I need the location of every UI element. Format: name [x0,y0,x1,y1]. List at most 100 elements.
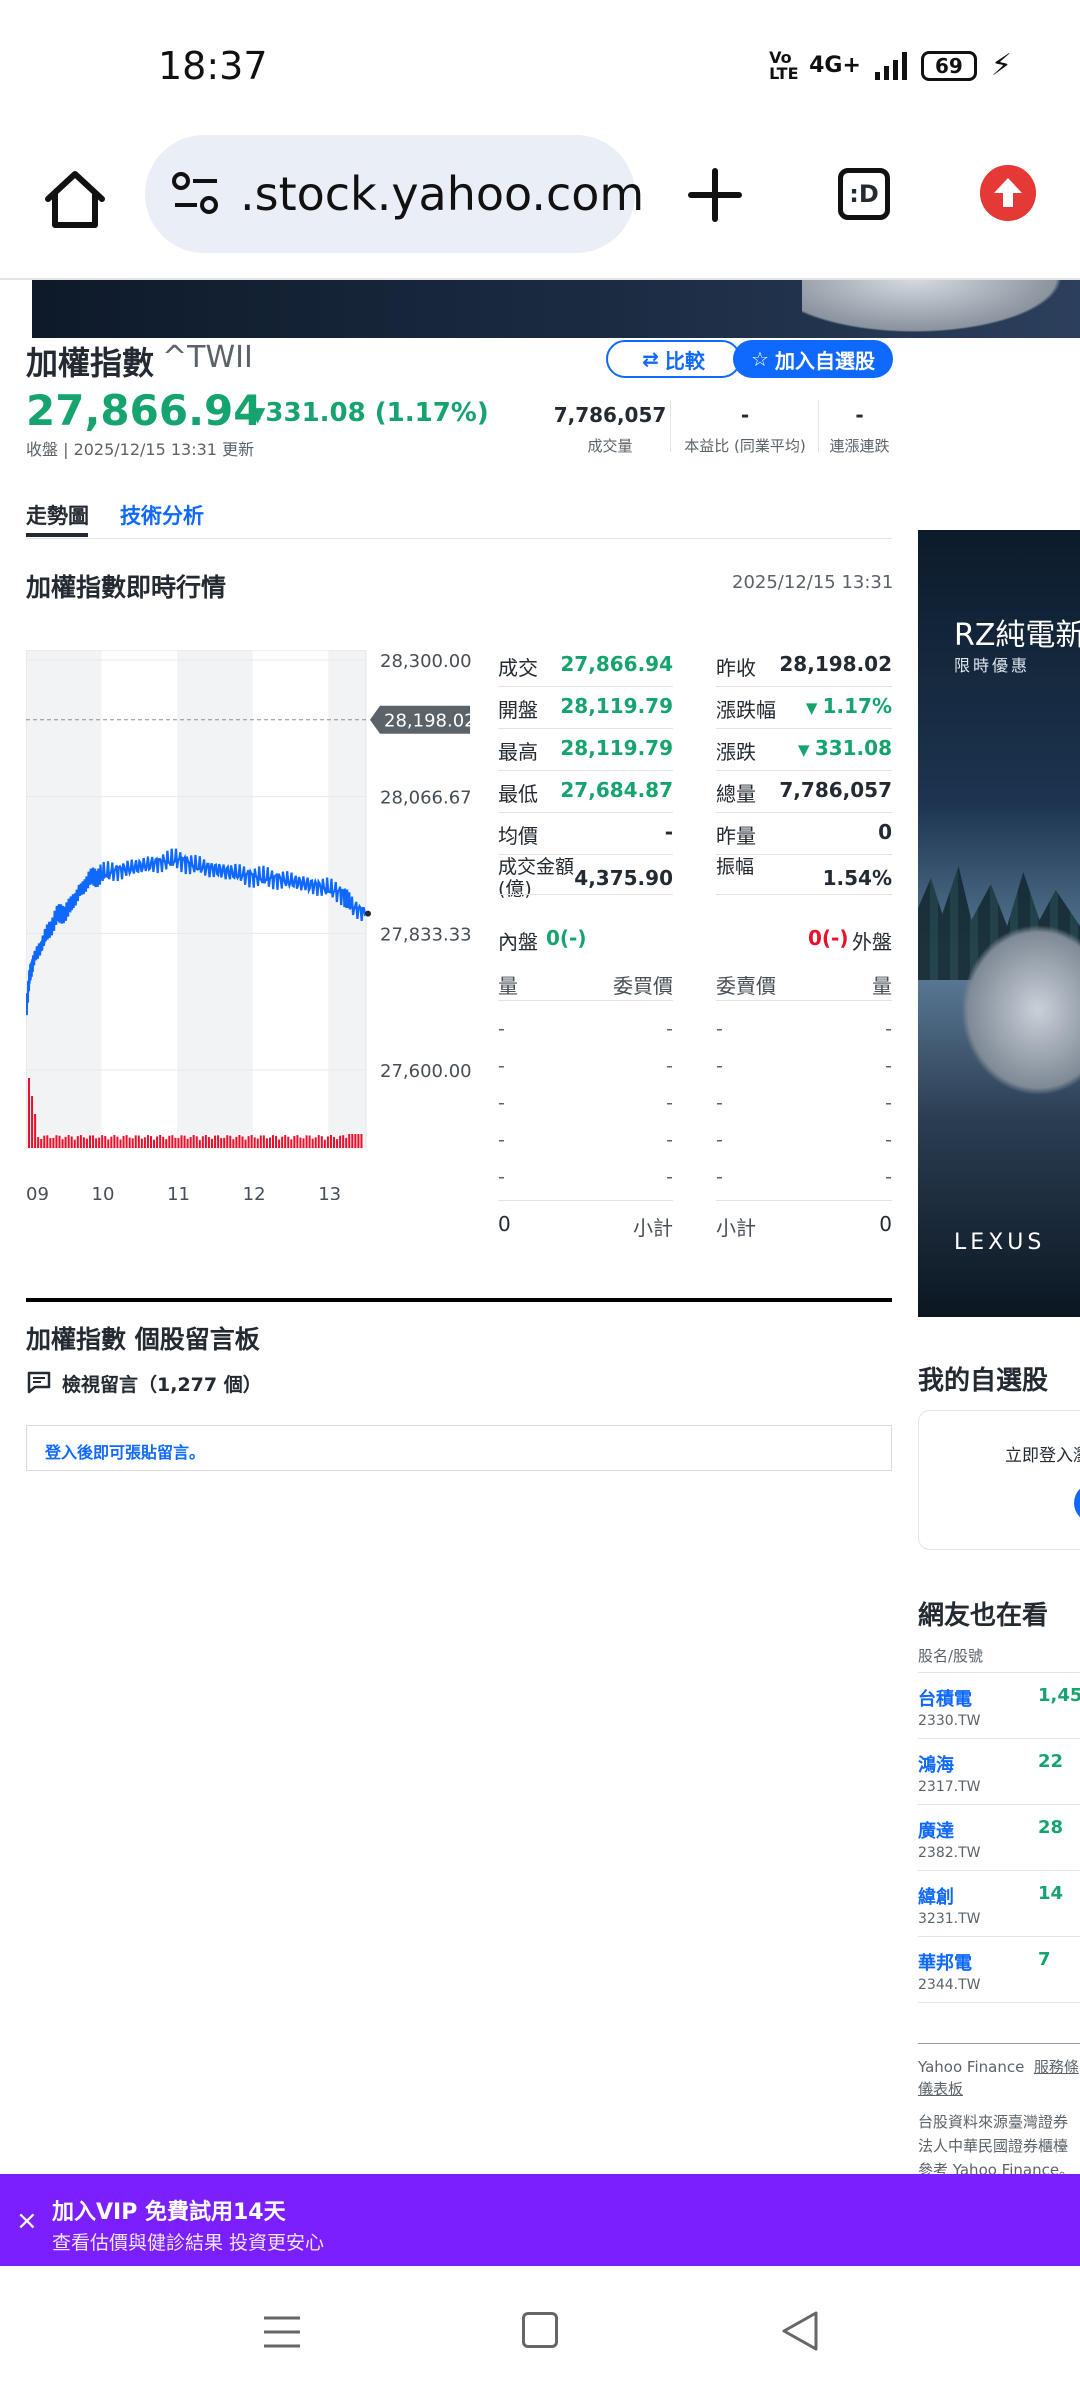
volume-bar [333,1136,335,1148]
volume-bar [281,1136,284,1148]
also-viewed-item[interactable]: 華邦電 2344.TW 7 [918,1936,1080,2002]
tab-switcher-button[interactable]: :D [838,168,890,220]
volume-bar [146,1135,149,1148]
quote-value-text: 28,198.02 [779,652,892,676]
stock-name[interactable]: 鴻海 [918,1751,954,1777]
orderbook-cell: - [498,1018,505,1040]
also-viewed-item[interactable]: 台積電 2330.TW 1,45 [918,1672,1080,1738]
my-watchlist-card: 立即登入瀏 [918,1410,1080,1550]
index-change-value: 331.08 (1.17%) [265,398,489,428]
row-divider [498,1200,673,1201]
quote-value: 0 [770,820,892,844]
add-watchlist-button[interactable]: ☆ 加入自選股 [733,340,893,378]
comment-icon[interactable] [26,1370,52,1394]
stock-name[interactable]: 台積電 [918,1685,972,1711]
row-divider [716,728,892,729]
volume-bar [125,1135,128,1148]
volume-bar [156,1136,159,1148]
stock-name[interactable]: 華邦電 [918,1949,972,1975]
volume-bar [110,1136,113,1148]
volume-bar [61,1139,64,1148]
volume-bar [180,1135,183,1148]
quote-value-text: 7,786,057 [779,778,892,802]
vip-title[interactable]: 加入VIP 免費試用14天 [52,2194,286,2226]
volume-bar [67,1135,70,1148]
previous-close-label: 28,198.02 [384,711,476,732]
network-label: 4G+ [809,53,861,78]
quote-value: 27,866.94 [560,652,673,676]
system-nav-bar [0,2266,1080,2400]
orderbook-cell: - [666,1129,673,1151]
volume-bar [293,1135,296,1148]
volume-bar [320,1136,323,1148]
volume-bar [253,1137,256,1148]
stock-name[interactable]: 廣達 [918,1817,954,1843]
orderbook-header: 量 [872,974,892,998]
side-banner-ad[interactable]: RZ純電新 限時優惠 LEXUS [918,530,1080,1317]
login-to-comment-box[interactable]: 登入後即可張貼留言。 [26,1425,892,1471]
quote-value-text: 1.54% [822,866,892,890]
update-time: 收盤 | 2025/12/15 13:31 更新 [26,440,255,459]
update-icon[interactable] [980,165,1036,221]
volume-bar [238,1135,241,1148]
volume-bar [357,1134,360,1148]
orderbook-cell: - [666,1018,673,1040]
login-prompt: 立即登入瀏 [1005,1446,1080,1466]
stat-value: 7,786,057 [553,403,667,427]
site-settings-icon[interactable] [171,171,221,217]
stock-price: 14 [1038,1883,1064,1904]
url-text[interactable]: .stock.yahoo.com [240,167,644,221]
view-comments-link[interactable]: 檢視留言（1,277 個） [62,1370,262,1397]
index-change: ▼331.08 (1.17%) [250,398,489,428]
volume-bar [265,1138,268,1148]
quote-label: 昨量 [716,824,756,848]
volume-bar [244,1139,247,1148]
also-viewed-item[interactable]: 緯創 3231.TW 14 [918,1870,1080,1936]
x-tick-label: 13 [318,1184,341,1200]
volume-bar [85,1138,88,1148]
quote-value: 28,119.79 [560,736,673,760]
volume-bar [131,1138,134,1148]
subtotal-right-value: 0 [879,1212,892,1236]
volume-bar [342,1135,345,1148]
also-viewed-item[interactable]: 廣達 2382.TW 28 [918,1804,1080,1870]
tab-chart[interactable]: 走勢圖 [26,500,89,530]
url-bar[interactable]: .stock.yahoo.com [145,135,644,253]
quote-value-text: - [664,820,673,844]
home-icon[interactable] [40,165,110,235]
terms-link[interactable]: 服務條 [1034,2058,1079,2076]
compare-button[interactable]: ⇄ 比較 [606,340,741,378]
volume-bar [89,1135,91,1148]
also-viewed-item[interactable]: 鴻海 2317.TW 22 [918,1738,1080,1804]
home-nav-icon[interactable] [522,2312,558,2348]
stock-name[interactable]: 緯創 [918,1883,954,1909]
orderbook-header: 量 [498,974,518,998]
index-symbol: ^TWII [162,340,253,375]
vip-promo-bar[interactable]: × 加入VIP 免費試用14天 查看估價與健診結果 投資更安心 [0,2174,1080,2266]
recents-icon[interactable] [262,2314,302,2350]
x-tick-label: 11 [167,1184,190,1200]
close-icon[interactable]: × [16,2206,38,2236]
volume-bar [220,1138,223,1148]
login-prompt[interactable]: 登入後即可張貼留言。 [45,1439,205,1463]
stat-label: 本益比 (同業平均) [684,437,806,455]
row-divider [498,1000,673,1001]
back-icon[interactable] [780,2310,820,2352]
intraday-chart[interactable]: 28,300.00 28,066.67 27,833.33 27,600.00 28,1… [26,650,486,1200]
volume-bar [82,1137,85,1148]
tab-technical[interactable]: 技術分析 [120,500,204,530]
volume-bar [192,1135,195,1148]
volume-bar [168,1135,171,1148]
dashboard-link[interactable]: 儀表板 [918,2080,963,2098]
tab-switcher-label: :D [849,180,879,208]
row-divider [498,894,673,895]
top-banner-ad[interactable] [32,280,1080,338]
quote-value: 4,375.90 [560,866,673,890]
volume-bar [76,1136,79,1148]
new-tab-icon[interactable] [685,165,745,225]
ad-car-image [802,280,1080,338]
add-watchlist-label: 加入自選股 [774,348,875,373]
login-button[interactable] [1074,1483,1080,1523]
vip-subtitle[interactable]: 查看估價與健診結果 投資更安心 [52,2228,324,2255]
volume-bar [336,1139,339,1148]
